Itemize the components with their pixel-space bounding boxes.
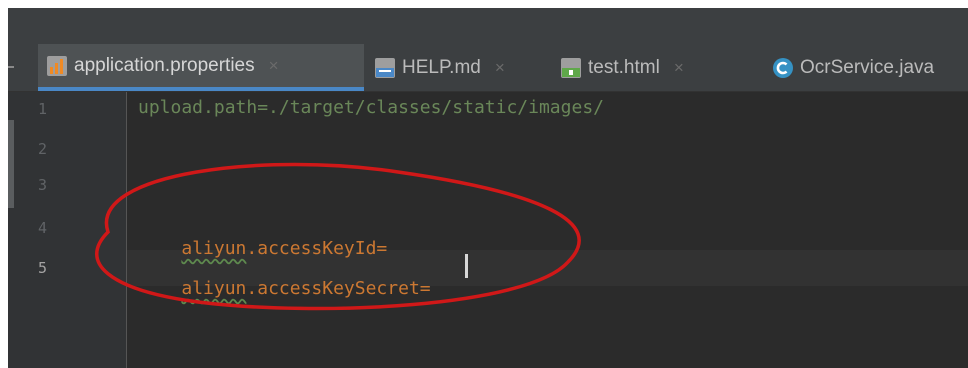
tab-label: HELP.md bbox=[402, 56, 481, 78]
ide-window: application.properties × HELP.md × test.… bbox=[8, 8, 968, 368]
tab-application-properties[interactable]: application.properties × bbox=[38, 44, 364, 91]
editor-tab-bar: application.properties × HELP.md × test.… bbox=[8, 44, 968, 92]
title-strip bbox=[8, 8, 968, 44]
tab-label: OcrService.java bbox=[800, 56, 935, 78]
close-tab-icon[interactable]: × bbox=[495, 58, 505, 78]
tab-test-html[interactable]: test.html × bbox=[552, 44, 752, 91]
tab-label: test.html bbox=[588, 56, 660, 78]
markdown-file-icon bbox=[375, 57, 395, 78]
tab-label: application.properties bbox=[74, 54, 255, 76]
java-class-icon bbox=[773, 57, 793, 78]
html-file-icon bbox=[561, 57, 581, 78]
tab-bar-divider bbox=[8, 66, 14, 68]
close-tab-icon[interactable]: × bbox=[269, 56, 279, 76]
red-ellipse-annotation bbox=[95, 162, 581, 311]
close-tab-icon[interactable]: × bbox=[674, 58, 684, 78]
tab-help-md[interactable]: HELP.md × bbox=[366, 44, 550, 91]
properties-file-icon bbox=[47, 55, 67, 76]
gutter-scroll-marker bbox=[8, 120, 14, 208]
tab-ocrservice-java[interactable]: OcrService.java bbox=[764, 44, 968, 91]
